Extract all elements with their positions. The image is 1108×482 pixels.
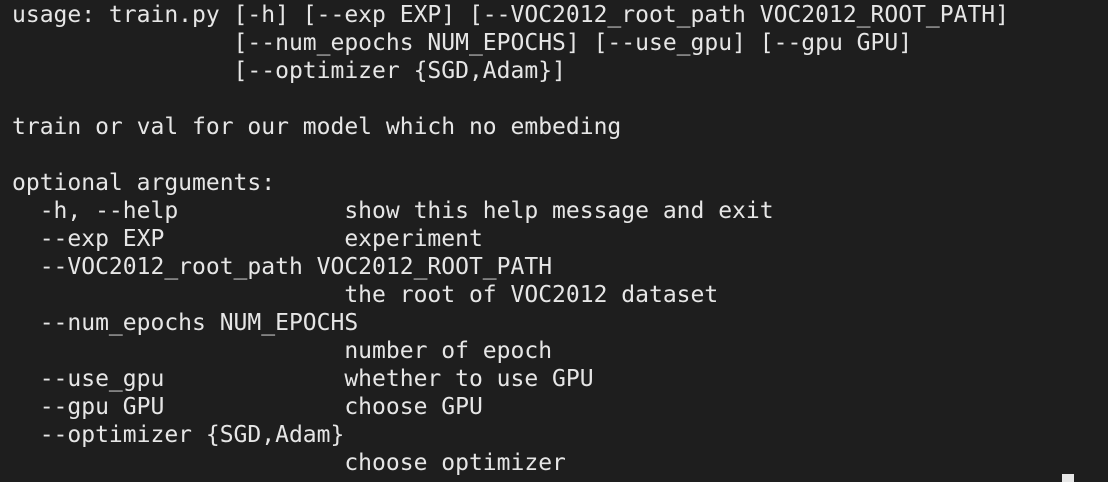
arg-help-line: -h, --help show this help message and ex… — [12, 198, 774, 224]
terminal-window[interactable]: usage: train.py [-h] [--exp EXP] [--VOC2… — [0, 0, 1108, 482]
optional-arguments-heading: optional arguments: — [12, 170, 276, 196]
usage-line-2: [--num_epochs NUM_EPOCHS] [--use_gpu] [-… — [12, 30, 913, 56]
terminal-output: usage: train.py [-h] [--exp EXP] [--VOC2… — [12, 1, 1009, 477]
arg-optimizer-description: choose optimizer — [12, 450, 566, 476]
description-line: train or val for our model which no embe… — [12, 114, 622, 140]
arg-voc2012-root-path-line: --VOC2012_root_path VOC2012_ROOT_PATH — [12, 254, 553, 280]
arg-use-gpu-line: --use_gpu whether to use GPU — [12, 366, 594, 392]
arg-num-epochs-line: --num_epochs NUM_EPOCHS — [12, 310, 359, 336]
arg-num-epochs-description: number of epoch — [12, 338, 553, 364]
arg-exp-line: --exp EXP experiment — [12, 226, 483, 252]
usage-line-3: [--optimizer {SGD,Adam}] — [12, 58, 566, 84]
arg-voc2012-root-path-description: the root of VOC2012 dataset — [12, 282, 719, 308]
arg-gpu-line: --gpu GPU choose GPU — [12, 394, 483, 420]
arg-optimizer-line: --optimizer {SGD,Adam} — [12, 422, 345, 448]
usage-line-1: usage: train.py [-h] [--exp EXP] [--VOC2… — [12, 2, 1009, 28]
terminal-cursor — [1062, 474, 1074, 482]
